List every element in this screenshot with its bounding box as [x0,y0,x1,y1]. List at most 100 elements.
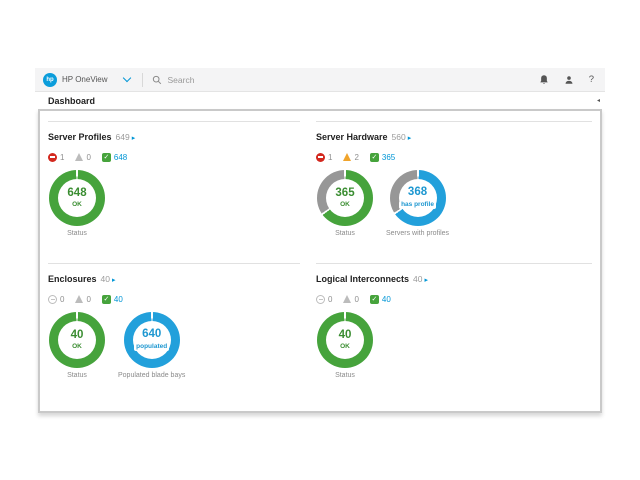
critical-icon [48,153,57,162]
brand-label: HP OneView [62,75,108,84]
panel-count-link[interactable]: 40▸ [409,269,428,287]
status-donut[interactable]: 365 OK [317,170,373,226]
status-count: 40 [114,295,123,304]
donut-value: 648 [67,188,86,200]
donut-center: 368 has profile [399,179,437,217]
donut-label: Status [67,372,87,379]
status-summary: 1 2 ✓365 [316,152,592,162]
status-summary-item[interactable]: ✓648 [102,153,127,162]
warning-gray-icon [343,295,351,303]
panel-divider [316,263,592,264]
donut-sublabel: has profile [399,201,436,210]
donut-sublabel: OK [340,344,350,351]
top-bar: hp HP OneView ? [35,68,605,92]
status-count: 2 [354,153,358,162]
panel-count-link[interactable]: 40▸ [97,269,116,287]
donut-value: 40 [339,330,352,342]
dashboard-grid: Server Profiles649▸10✓648648OKStatusServ… [38,109,602,413]
donut-label: Populated blade bays [118,372,185,379]
warning-icon [343,153,351,161]
panel-title: Server Profiles [48,132,112,142]
status-summary-item[interactable]: ✓40 [370,295,391,304]
status-count: 0 [60,295,64,304]
donut-row: 648 OK Status [48,170,300,237]
status-summary-item[interactable]: 0 [75,295,90,304]
search-bar[interactable] [152,74,539,86]
panel-divider [48,263,300,264]
status-count: 1 [328,153,332,162]
donut-sublabel: OK [340,202,350,209]
status-summary-item[interactable]: 1 [316,153,332,162]
donut-center: 40OK [58,321,96,359]
populated-blade-bays-donut[interactable]: 640 populated [124,312,180,368]
donut-sublabel: populated [134,343,169,352]
panel-link-arrow-icon: ▸ [425,277,429,284]
ok-icon: ✓ [370,153,379,162]
status-count: 365 [382,153,395,162]
chevron-down-icon[interactable] [122,74,130,82]
bell-icon[interactable] [539,74,549,85]
panel-count-link[interactable]: 649▸ [112,127,136,145]
status-summary-item[interactable]: 1 [48,153,64,162]
status-count: 1 [60,153,64,162]
critical-icon [316,153,325,162]
topbar-actions: ? [539,74,605,85]
donut-row: 40OK Status 640 populated Populated blade ba… [48,312,300,379]
status-summary: 0 0 ✓40 [48,294,300,304]
panel-logical-interconnects: Logical Interconnects40▸00✓4040OKStatus [316,263,592,379]
donut-center: 640 populated [133,321,171,359]
panel-server-hardware: Server Hardware560▸12✓365365OKStatus368h… [316,121,592,237]
panel-count: 40 [413,274,422,284]
user-icon[interactable] [564,75,574,85]
search-input[interactable] [166,74,390,86]
status-summary-item[interactable]: 0 [316,295,332,304]
hp-logo-icon[interactable]: hp [43,73,57,87]
collapse-panel-icon[interactable]: ◂ [597,98,600,104]
status-summary-item[interactable]: 0 [48,295,64,304]
status-summary-item[interactable]: 2 [343,153,358,162]
donut-center: 365 OK [326,179,364,217]
donut-label: Status [335,372,355,379]
panel-header: Enclosures40▸ [48,269,300,287]
panel-title: Server Hardware [316,132,388,142]
ok-icon: ✓ [370,295,379,304]
donut-row: 365OKStatus368has profileServers with pr… [316,170,592,237]
panel-title: Enclosures [48,274,97,284]
status-donut[interactable]: 648 OK [49,170,105,226]
donut-block: 368has profileServers with profiles [386,170,449,237]
panel-server-profiles: Server Profiles649▸10✓648648OKStatus [48,121,300,237]
help-icon[interactable]: ? [589,74,594,85]
status-summary-item[interactable]: 0 [343,295,358,304]
status-count: 648 [114,153,127,162]
donut-value: 640 [142,329,161,341]
donut-value: 40 [71,330,84,342]
panel-count: 649 [116,132,130,142]
status-donut[interactable]: 40OK [49,312,105,368]
donut-center: 648 OK [58,179,96,217]
donut-block: 640 populated Populated blade bays [118,312,185,379]
status-summary-item[interactable]: 0 [75,153,90,162]
status-count: 0 [86,295,90,304]
status-count: 0 [86,153,90,162]
search-icon [152,75,162,85]
panel-link-arrow-icon: ▸ [132,135,136,142]
ok-icon: ✓ [102,295,111,304]
donut-block: 40 OK Status [316,312,374,379]
donut-row: 40 OK Status [316,312,592,379]
panel-header: Server Profiles649▸ [48,127,300,145]
status-count: 0 [328,295,332,304]
status-count: 40 [382,295,391,304]
status-summary-item[interactable]: ✓40 [102,295,123,304]
panel-count-link[interactable]: 560▸ [388,127,412,145]
donut-value: 365 [335,188,354,200]
donut-sublabel: OK [72,202,82,209]
servers-with-profiles-donut[interactable]: 368 has profile [390,170,446,226]
status-donut[interactable]: 40 OK [317,312,373,368]
donut-label: Status [67,230,87,237]
donut-value: 368 [408,187,427,199]
panel-count: 40 [101,274,110,284]
status-summary-item[interactable]: ✓365 [370,153,395,162]
status-summary: 1 0 ✓648 [48,152,300,162]
disabled-icon [316,295,325,304]
donut-block: 40OK Status [48,312,106,379]
